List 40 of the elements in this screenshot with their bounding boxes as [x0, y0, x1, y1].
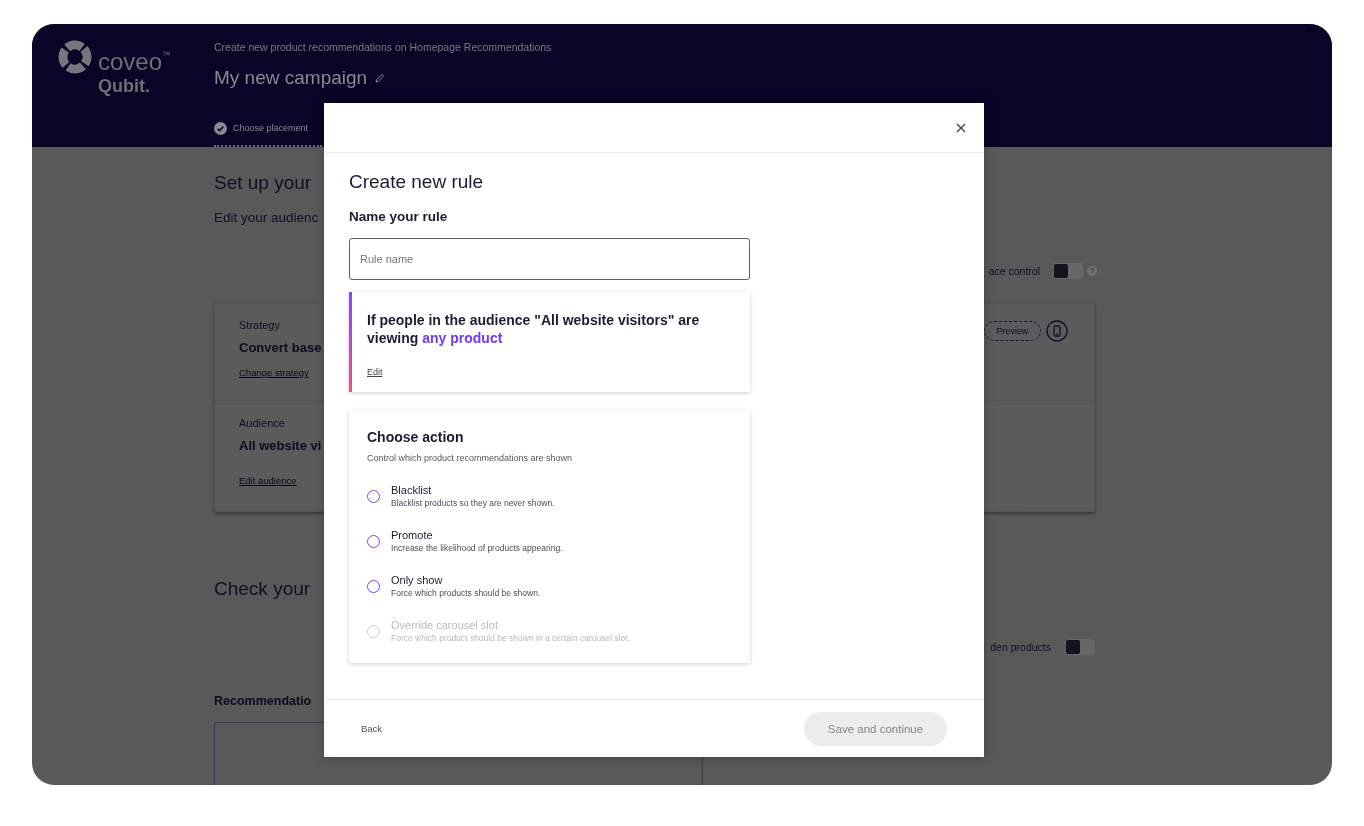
phone-icon[interactable] [1046, 320, 1068, 342]
card-title: Choose action [367, 428, 464, 447]
toggle-switch[interactable] [1053, 263, 1083, 279]
summary-link[interactable]: Edit audience [239, 475, 297, 487]
toggle-switch[interactable] [1065, 639, 1095, 655]
field-label: Name your rule [349, 208, 448, 226]
edit-link[interactable]: Edit [367, 366, 383, 378]
rule-name-input[interactable]: Rule name [349, 238, 750, 280]
toggle-label: ace control [988, 264, 1040, 278]
step-tab[interactable]: Choose placement [214, 121, 322, 147]
pencil-icon[interactable] [375, 73, 386, 83]
campaign-title: My new campaign [214, 66, 368, 90]
section-heading: Set up your [214, 172, 312, 194]
summary-link[interactable]: Change strategy [239, 367, 309, 379]
option-label: Promote [391, 528, 433, 542]
page-subtitle: Create new product recommendations on Homepage Recommendations [214, 41, 552, 53]
logo-icon [58, 40, 92, 74]
option-description: Increase the likelihood of products appearing. [391, 542, 563, 554]
summary-value: Convert base [239, 339, 322, 357]
section-intro: Edit your audienc [214, 209, 319, 227]
section-heading: Check your [214, 578, 311, 600]
toggle-label: den products [990, 640, 1051, 654]
product-link[interactable]: any product [422, 330, 503, 346]
close-button[interactable] [955, 121, 967, 134]
back-button[interactable]: Back [361, 723, 383, 734]
rule-condition-text: If people in the audience "All website visitors" are viewing any product [367, 311, 701, 347]
card-subtitle: Control which product recommendations are shown [367, 452, 573, 464]
summary-label: Audience [239, 416, 285, 430]
close-icon [956, 122, 966, 133]
summary-value: All website vi [239, 437, 322, 455]
logo-product-name: Qubit. [98, 76, 150, 96]
option-label: Blacklist [391, 483, 432, 497]
option-description: Force which products should be shown. [391, 587, 541, 599]
summary-label: Strategy [239, 318, 280, 332]
recommendations-label: Recommendatio [214, 693, 312, 709]
option-description: Blacklist products so they are never shown. [391, 497, 555, 509]
option-label: Override carousel slot [391, 618, 498, 632]
option-label: Only show [391, 573, 443, 587]
modal-title: Create new rule [349, 171, 484, 193]
logo-wordmark: coveo$^{™}$ [98, 47, 172, 74]
